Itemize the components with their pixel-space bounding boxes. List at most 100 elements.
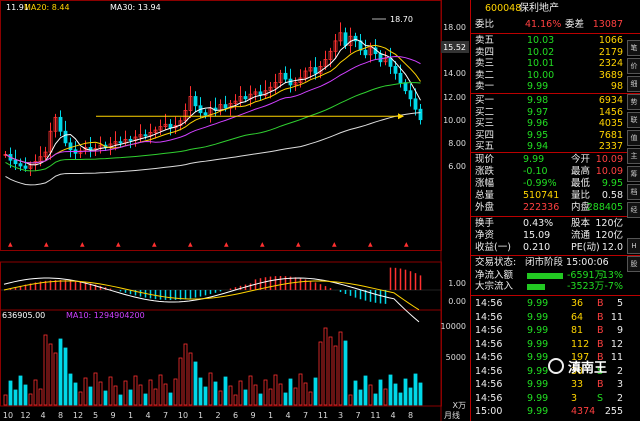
candle: [393, 65, 398, 74]
volume-bar: [348, 394, 353, 406]
price-axis-label: 14.00: [443, 69, 466, 78]
volume-bar: [63, 347, 68, 406]
x-axis-label: 12: [73, 411, 83, 420]
side-tab-6[interactable]: 值: [627, 130, 640, 146]
flow-bar: [527, 284, 545, 290]
side-tab-2[interactable]: 价: [627, 58, 640, 74]
candle: [313, 67, 318, 74]
volume-bar: [18, 375, 23, 406]
candle: [68, 142, 73, 151]
x-axis-label: 6: [233, 411, 238, 420]
side-tab-9[interactable]: 档: [627, 184, 640, 200]
side-tab-12[interactable]: 股: [627, 256, 640, 272]
price-marker: 15.52: [443, 43, 466, 52]
x-axis-label: 12: [20, 411, 30, 420]
candle: [58, 116, 63, 132]
volume-bar: [403, 378, 408, 406]
volume-bar: [343, 340, 348, 406]
x-axis-label: 9: [250, 411, 255, 420]
volume-bar: [23, 384, 28, 406]
volume-bar: [383, 388, 388, 406]
volume-bar: [388, 374, 393, 406]
candle: [343, 32, 348, 46]
trade-status: 交易状态: 闭市阶段 15:00:06: [475, 257, 609, 268]
quote-header: 600048 保利地产: [471, 4, 640, 15]
volume-bar: [303, 382, 308, 406]
side-tab-7[interactable]: 主: [627, 148, 640, 164]
tick-row: 14:56 9.99 81 B 9: [475, 325, 623, 336]
volume-bar: [133, 375, 138, 406]
volume-bar: [238, 380, 243, 406]
vol-unit: X万: [453, 401, 466, 410]
buy-row: 买一 9.98 6934: [475, 95, 623, 106]
volume-bar: [8, 380, 13, 406]
tick-row: 14:56 9.99 36 B 5: [475, 298, 623, 309]
side-tab-11[interactable]: H: [627, 238, 640, 254]
candle: [283, 72, 288, 80]
volume-bar: [323, 327, 328, 406]
x-axis-label: 10: [178, 411, 188, 420]
volume-bar: [223, 376, 228, 406]
buy-row: 买四 9.95 7681: [475, 129, 623, 141]
candle: [193, 96, 198, 107]
candle: [413, 98, 418, 110]
signal-marker: ▲: [404, 241, 409, 248]
volume-bar: [263, 379, 268, 406]
flow-bar: [527, 273, 563, 279]
price-axis-label: 8.00: [448, 139, 466, 148]
volume-bar: [13, 389, 18, 406]
tick-row: 14:56 9.99 33 B 3: [475, 379, 623, 390]
x-axis-label: 7: [303, 411, 308, 420]
volume-bar: [398, 392, 403, 406]
signal-marker: ▲: [116, 241, 121, 248]
side-tab-5[interactable]: 联: [627, 112, 640, 128]
volume-bar: [258, 393, 263, 406]
volume-bar: [33, 379, 38, 406]
volume-bar: [188, 352, 193, 406]
signal-marker: ▲: [188, 241, 193, 248]
side-tab-3[interactable]: 细: [627, 76, 640, 92]
watermark: 滇南王: [548, 356, 638, 376]
tick-row: 15:00 9.99 4374 255: [475, 406, 623, 417]
volume-bar: [103, 390, 108, 406]
stock-code: 600048: [485, 3, 522, 14]
volume-bar: [93, 372, 98, 406]
x-axis-label: 1: [268, 411, 273, 420]
candle: [168, 123, 173, 129]
volume-bar: [393, 383, 398, 406]
signal-marker: ▲: [368, 241, 373, 248]
ma-legend-ma20: MA20: 8.44: [24, 3, 70, 12]
volume-bar: [313, 377, 318, 406]
sell-row: 卖五 10.03 1066: [475, 35, 623, 46]
volume-bar: [338, 331, 343, 406]
volume-bar: [228, 385, 233, 406]
volume-bar: [58, 338, 63, 406]
candle: [398, 72, 403, 84]
x-axis-label: 8: [408, 411, 413, 420]
side-tab-8[interactable]: 筹: [627, 166, 640, 182]
stat-row: 涨跌 -0.10 最高 10.09: [475, 166, 623, 177]
volume-bar: [138, 384, 143, 406]
side-tab-1[interactable]: 笔: [627, 40, 640, 56]
x-axis-label: 3: [338, 411, 343, 420]
stock-name: 保利地产: [519, 3, 559, 14]
volume-bar: [328, 336, 333, 406]
volume-bar: [353, 380, 358, 406]
kline-frame: [0, 0, 442, 251]
stock-chart[interactable]: 11.91MA20: 8.44 MA30: 13.94636905.00 MA10:…: [0, 0, 470, 421]
signal-marker: ▲: [260, 241, 265, 248]
ma40-line: [5, 82, 421, 172]
buy-row: 买三 9.96 4035: [475, 118, 623, 129]
side-tab-4[interactable]: 势: [627, 94, 640, 110]
side-tab-10[interactable]: 经: [627, 202, 640, 218]
tick-row: 14:56 9.99 64 B 11: [475, 311, 623, 323]
volume-bar: [53, 352, 58, 406]
signal-marker: ▲: [44, 241, 49, 248]
ma5-line: [5, 38, 421, 166]
volume-bar: [368, 384, 373, 406]
price-axis-label: 18.00: [443, 23, 466, 32]
volume-bar: [413, 373, 418, 406]
x-axis-label: 1: [128, 411, 133, 420]
volume-bar: [163, 383, 168, 406]
candle: [203, 112, 208, 116]
